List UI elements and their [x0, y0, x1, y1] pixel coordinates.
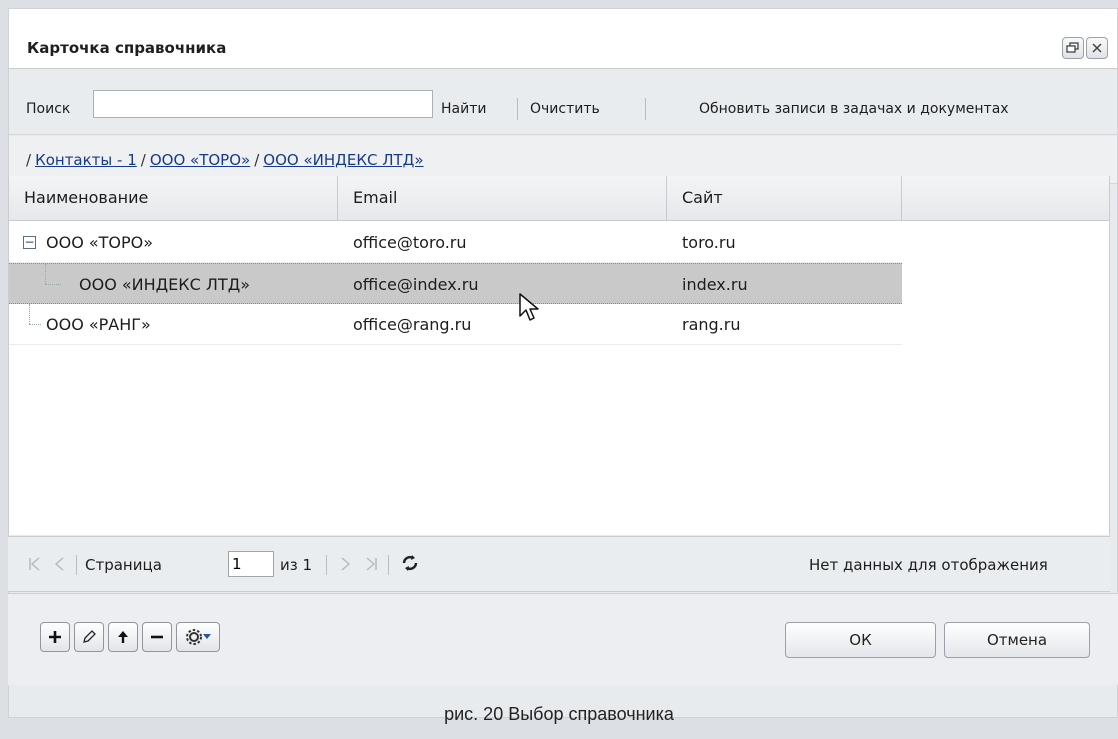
breadcrumb-separator: / — [254, 151, 260, 169]
directory-grid: Наименование Email Сайт − ООО «ТОРО» off… — [8, 176, 1110, 535]
pagination-bar: Страница из 1 Нет данных для отображения — [8, 536, 1110, 592]
breadcrumb-separator: / — [26, 151, 32, 169]
breadcrumb-item-contacts[interactable]: Контакты - 1 — [35, 151, 137, 169]
prev-page-icon[interactable] — [54, 557, 64, 575]
row-site: toro.ru — [682, 233, 736, 252]
update-records-button[interactable]: Обновить записи в задачах и документах — [699, 101, 1009, 117]
dialog-footer: ОК Отмена — [8, 593, 1118, 685]
tree-connector — [29, 324, 41, 325]
search-label: Поиск — [26, 101, 71, 117]
page-count: из 1 — [280, 556, 313, 574]
pencil-icon — [83, 630, 96, 643]
window-title: Карточка справочника — [27, 39, 227, 57]
collapse-icon[interactable]: − — [23, 236, 36, 249]
table-row[interactable]: − ООО «ТОРО» office@toro.ru toro.ru — [9, 222, 902, 263]
breadcrumb-separator: / — [140, 151, 146, 169]
pager-status: Нет данных для отображения — [809, 556, 1048, 574]
ok-button[interactable]: ОК — [785, 622, 936, 658]
clear-button[interactable]: Очистить — [530, 101, 600, 117]
next-page-icon[interactable] — [341, 557, 351, 575]
column-header-email[interactable]: Email — [338, 176, 667, 221]
tree-connector — [45, 284, 61, 285]
table-row[interactable]: ООО «РАНГ» office@rang.ru rang.ru — [9, 304, 902, 345]
column-header-name[interactable]: Наименование — [9, 176, 338, 221]
refresh-icon[interactable] — [401, 554, 419, 576]
restore-window-icon[interactable] — [1062, 37, 1084, 59]
minus-icon — [151, 635, 163, 639]
close-icon[interactable] — [1086, 37, 1108, 59]
grid-header: Наименование Email Сайт — [9, 176, 1109, 221]
row-email: office@rang.ru — [353, 315, 472, 334]
add-button[interactable] — [40, 622, 70, 652]
cancel-button[interactable]: Отмена — [944, 622, 1090, 658]
row-name: ООО «РАНГ» — [46, 315, 151, 334]
arrow-up-icon — [118, 631, 128, 643]
breadcrumb-item-index[interactable]: ООО «ИНДЕКС ЛТД» — [263, 151, 423, 169]
row-name: ООО «ИНДЕКС ЛТД» — [79, 275, 250, 294]
pager-separator — [76, 555, 77, 575]
edit-button[interactable] — [74, 622, 104, 652]
column-header-site[interactable]: Сайт — [667, 176, 902, 221]
breadcrumb-item-toro[interactable]: ООО «ТОРО» — [150, 151, 250, 169]
first-page-icon[interactable] — [28, 557, 40, 575]
mouse-cursor-icon — [519, 293, 539, 321]
row-email: office@toro.ru — [353, 233, 467, 252]
window-titlebar: Карточка справочника — [9, 9, 1117, 69]
find-button[interactable]: Найти — [441, 101, 486, 117]
figure-caption: рис. 20 Выбор справочника — [444, 704, 674, 724]
table-row-selected[interactable]: ООО «ИНДЕКС ЛТД» office@index.ru index.r… — [9, 263, 902, 304]
row-name: ООО «ТОРО» — [46, 233, 154, 252]
search-input[interactable] — [93, 90, 433, 118]
page-label: Страница — [85, 556, 162, 574]
chevron-down-icon — [203, 634, 211, 639]
pager-separator — [326, 555, 327, 575]
row-site: index.ru — [682, 275, 748, 294]
pager-separator — [388, 555, 389, 575]
page-number-input[interactable] — [228, 551, 274, 577]
toolbar-separator — [645, 98, 646, 120]
gear-icon — [186, 629, 202, 645]
plus-icon — [49, 631, 61, 643]
row-email: office@index.ru — [353, 275, 479, 294]
search-toolbar: Поиск Найти Очистить Обновить записи в з… — [9, 70, 1117, 135]
tree-connector — [29, 304, 30, 324]
toolbar-separator — [517, 98, 518, 120]
last-page-icon[interactable] — [366, 557, 378, 575]
actions-menu-button[interactable] — [176, 622, 220, 652]
row-site: rang.ru — [682, 315, 741, 334]
tree-connector — [45, 264, 46, 284]
remove-button[interactable] — [142, 622, 172, 652]
move-up-button[interactable] — [108, 622, 138, 652]
